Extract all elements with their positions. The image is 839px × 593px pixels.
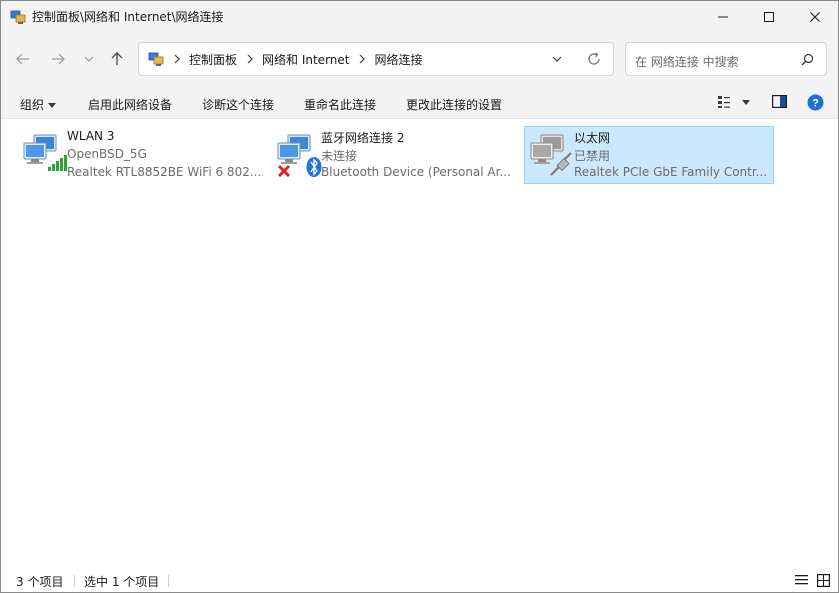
maximize-icon xyxy=(764,11,774,22)
status-divider xyxy=(74,575,75,587)
address-bar[interactable]: 控制面板 网络和 Internet 网络连接 xyxy=(138,42,614,76)
wifi-network-icon xyxy=(23,134,67,171)
status-divider xyxy=(168,575,169,587)
change-view-button[interactable] xyxy=(717,95,751,112)
address-row: 控制面板 网络和 Internet 网络连接 在 网络连接 中搜索 xyxy=(1,32,838,87)
refresh-button[interactable] xyxy=(587,52,601,69)
connections-list: WLAN 3 OpenBSD_5G Realtek RTL8852BE WiFi… xyxy=(1,119,838,565)
connection-item-wlan[interactable]: WLAN 3 OpenBSD_5G Realtek RTL8852BE WiFi… xyxy=(17,126,267,184)
details-view-icon xyxy=(795,575,808,585)
details-view-button[interactable] xyxy=(795,574,808,589)
connection-status: 未连接 xyxy=(321,149,358,163)
connection-item-ethernet[interactable]: 以太网 已禁用 Realtek PCIe GbE Family Contr... xyxy=(524,126,774,184)
breadcrumb-chevron-icon[interactable] xyxy=(358,54,366,64)
connection-device: Realtek PCIe GbE Family Contr... xyxy=(574,165,768,179)
ethernet-network-icon xyxy=(530,134,572,176)
help-button[interactable]: ? xyxy=(807,94,824,114)
arrow-left-icon xyxy=(16,53,29,65)
close-icon xyxy=(810,11,820,22)
chevron-down-icon xyxy=(552,56,562,62)
organize-menu[interactable]: 组织 xyxy=(20,96,57,113)
connection-item-bluetooth[interactable]: 蓝牙网络连接 2 未连接 Bluetooth Device (Personal … xyxy=(271,126,521,184)
caret-down-icon xyxy=(48,103,57,108)
network-connections-icon xyxy=(10,10,26,24)
bluetooth-network-icon xyxy=(277,134,322,177)
back-button[interactable] xyxy=(11,49,35,69)
arrow-up-icon xyxy=(111,52,123,65)
close-button[interactable] xyxy=(792,1,838,32)
change-settings-button[interactable]: 更改此连接的设置 xyxy=(406,96,502,113)
preview-pane-icon xyxy=(772,95,788,109)
address-history-button[interactable] xyxy=(551,53,563,68)
chevron-down-icon xyxy=(84,56,94,62)
connection-name: 蓝牙网络连接 2 xyxy=(321,131,405,145)
large-icons-view-icon xyxy=(817,574,831,588)
window-controls xyxy=(700,1,838,32)
title-bar[interactable]: 控制面板\网络和 Internet\网络连接 xyxy=(1,1,838,32)
up-button[interactable] xyxy=(105,49,129,69)
search-input[interactable]: 在 网络连接 中搜索 xyxy=(625,42,827,76)
connection-device: Bluetooth Device (Personal Ar... xyxy=(321,165,511,179)
maximize-button[interactable] xyxy=(746,1,792,32)
item-count: 3 个项目 xyxy=(16,575,64,589)
window-title: 控制面板\网络和 Internet\网络连接 xyxy=(32,10,224,24)
minimize-button[interactable] xyxy=(700,1,746,32)
network-connections-icon xyxy=(148,52,164,66)
breadcrumb-network-internet[interactable]: 网络和 Internet xyxy=(262,51,349,68)
connection-device: Realtek RTL8852BE WiFi 6 802.... xyxy=(67,165,263,179)
refresh-icon xyxy=(588,52,600,65)
command-bar: 组织 启用此网络设备 诊断这个连接 重命名此连接 更改此连接的设置 ? xyxy=(1,87,838,119)
help-icon: ? xyxy=(807,94,824,111)
search-placeholder: 在 网络连接 中搜索 xyxy=(635,55,739,69)
diagnose-button[interactable]: 诊断这个连接 xyxy=(202,96,274,113)
breadcrumb-chevron-icon[interactable] xyxy=(173,54,181,64)
organize-label: 组织 xyxy=(20,98,45,112)
forward-button[interactable] xyxy=(46,49,70,69)
large-icons-view-button[interactable] xyxy=(817,574,831,590)
explorer-window: 控制面板\网络和 Internet\网络连接 控制面板 网络和 Internet… xyxy=(0,0,839,593)
preview-pane-button[interactable] xyxy=(772,95,788,111)
enable-device-button[interactable]: 启用此网络设备 xyxy=(88,96,172,113)
connection-name: WLAN 3 xyxy=(67,129,115,143)
connection-status: OpenBSD_5G xyxy=(67,147,147,161)
arrow-right-icon xyxy=(52,53,65,65)
connection-name: 以太网 xyxy=(574,131,611,145)
rename-button[interactable]: 重命名此连接 xyxy=(304,96,376,113)
selected-count: 选中 1 个项目 xyxy=(84,575,160,589)
view-options-icon xyxy=(718,96,750,108)
status-bar: 3 个项目 选中 1 个项目 xyxy=(1,569,838,592)
minimize-icon xyxy=(718,16,728,17)
breadcrumb-control-panel[interactable]: 控制面板 xyxy=(189,51,237,68)
svg-text:?: ? xyxy=(812,98,819,110)
breadcrumb-chevron-icon[interactable] xyxy=(246,54,254,64)
connection-status: 已禁用 xyxy=(574,149,611,163)
breadcrumb-network-connections[interactable]: 网络连接 xyxy=(374,51,422,68)
recent-locations-button[interactable] xyxy=(77,49,101,69)
search-icon[interactable] xyxy=(801,53,814,69)
